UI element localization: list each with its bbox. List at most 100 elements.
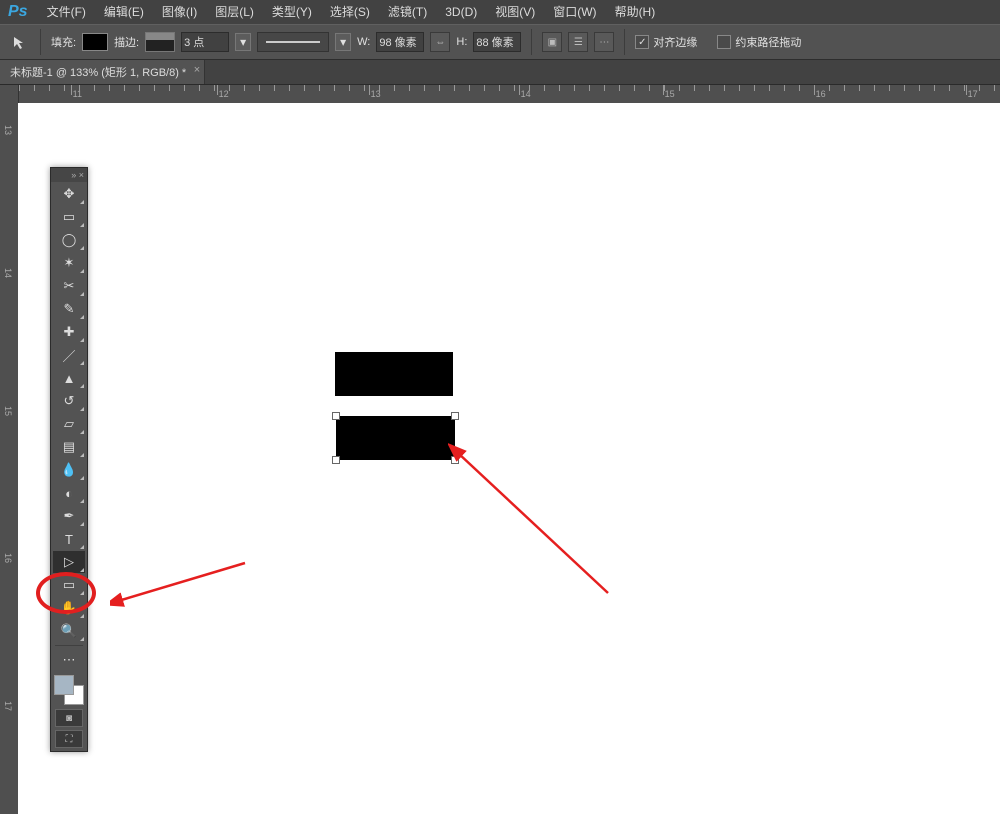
- flyout-indicator-icon: [80, 361, 84, 365]
- workspace: 11121314151617 1314151617 » × ✥▭◯✶✂✎✚／▲↺…: [0, 85, 1000, 814]
- handle-se[interactable]: [451, 456, 459, 464]
- quick-mask-icon[interactable]: ◙: [55, 709, 83, 727]
- menu-image[interactable]: 图像(I): [153, 0, 206, 24]
- menu-select[interactable]: 选择(S): [321, 0, 379, 24]
- document-tab-title: 未标题-1 @ 133% (矩形 1, RGB/8) *: [10, 64, 186, 80]
- screen-mode-icon[interactable]: ⛶: [55, 730, 83, 748]
- shape-rectangle-copy[interactable]: [335, 352, 453, 396]
- path-arrange-icon[interactable]: ☰: [568, 32, 588, 52]
- h-label: H:: [456, 36, 467, 48]
- eyedropper-tool[interactable]: ✎: [53, 298, 85, 320]
- ruler-tick-label: 17: [968, 89, 978, 99]
- menu-3d[interactable]: 3D(D): [436, 0, 486, 24]
- healing-tool[interactable]: ✚: [53, 321, 85, 343]
- ruler-tick-label: 14: [3, 268, 13, 278]
- annotation-circle: [36, 572, 96, 614]
- crop-tool[interactable]: ✂: [53, 275, 85, 297]
- align-edges-checkbox[interactable]: 对齐边缘: [635, 34, 697, 50]
- shape-rectangle-selected[interactable]: [336, 416, 455, 460]
- menu-view[interactable]: 视图(V): [486, 0, 544, 24]
- checkbox-icon: [717, 35, 731, 49]
- type-tool[interactable]: T: [53, 528, 85, 550]
- edit-toolbar-icon[interactable]: ⋯: [53, 649, 85, 671]
- flyout-indicator-icon: [80, 476, 84, 480]
- w-label: W:: [357, 36, 370, 48]
- marquee-tool[interactable]: ▭: [53, 206, 85, 228]
- pen-tool[interactable]: ✒: [53, 505, 85, 527]
- lasso-tool[interactable]: ◯: [53, 229, 85, 251]
- ruler-tick-label: 12: [219, 89, 229, 99]
- ruler-corner: [0, 85, 19, 104]
- close-icon[interactable]: ×: [194, 64, 200, 76]
- blur-tool[interactable]: 💧: [53, 459, 85, 481]
- magic-wand-tool[interactable]: ✶: [53, 252, 85, 274]
- flyout-indicator-icon: [80, 315, 84, 319]
- flyout-indicator-icon: [80, 568, 84, 572]
- menu-help[interactable]: 帮助(H): [606, 0, 665, 24]
- menu-edit[interactable]: 编辑(E): [95, 0, 153, 24]
- menu-type[interactable]: 类型(Y): [263, 0, 321, 24]
- menubar: Ps 文件(F) 编辑(E) 图像(I) 图层(L) 类型(Y) 选择(S) 滤…: [0, 0, 1000, 24]
- canvas[interactable]: [18, 103, 1000, 814]
- stroke-style-dd-icon[interactable]: ▾: [335, 33, 351, 51]
- gradient-tool[interactable]: ▤: [53, 436, 85, 458]
- tools-panel-header[interactable]: » ×: [51, 168, 87, 182]
- handle-ne[interactable]: [451, 412, 459, 420]
- stroke-swatch[interactable]: [145, 32, 175, 52]
- checkbox-icon: [635, 35, 649, 49]
- flyout-indicator-icon: [80, 384, 84, 388]
- ruler-tick-label: 15: [665, 89, 675, 99]
- align-edges-label: 对齐边缘: [653, 34, 697, 50]
- foreground-color-well[interactable]: [54, 675, 74, 695]
- dodge-tool[interactable]: ◐: [53, 482, 85, 504]
- vertical-ruler: 1314151617: [0, 103, 19, 814]
- handle-nw[interactable]: [332, 412, 340, 420]
- fill-swatch[interactable]: [82, 33, 108, 51]
- stroke-label: 描边:: [114, 34, 139, 50]
- menu-window[interactable]: 窗口(W): [544, 0, 605, 24]
- fill-label: 填充:: [51, 34, 76, 50]
- flyout-indicator-icon: [80, 499, 84, 503]
- flyout-indicator-icon: [80, 453, 84, 457]
- document-tab-bar: 未标题-1 @ 133% (矩形 1, RGB/8) * ×: [0, 60, 1000, 85]
- zoom-tool[interactable]: 🔍: [53, 620, 85, 642]
- menu-filter[interactable]: 滤镜(T): [379, 0, 436, 24]
- flyout-indicator-icon: [80, 430, 84, 434]
- eraser-tool[interactable]: ▱: [53, 413, 85, 435]
- stroke-width-dropdown[interactable]: ▾: [235, 33, 251, 51]
- constrain-path-checkbox[interactable]: 约束路径拖动: [717, 34, 801, 50]
- stamp-tool[interactable]: ▲: [53, 367, 85, 389]
- link-wh-icon[interactable]: ⇔: [430, 32, 450, 52]
- ruler-tick-label: 13: [3, 125, 13, 135]
- brush-tool[interactable]: ／: [53, 344, 85, 366]
- path-options-icon[interactable]: ⋯: [594, 32, 614, 52]
- constrain-label: 约束路径拖动: [735, 34, 801, 50]
- options-bar: 填充: 描边: 3 点 ▾ ▾ W: 98 像素 ⇔ H: 88 像素 ▣ ☰ …: [0, 24, 1000, 60]
- path-align-icon[interactable]: ▣: [542, 32, 562, 52]
- ruler-tick-label: 16: [816, 89, 826, 99]
- active-tool-icon[interactable]: [8, 31, 30, 53]
- annotation-arrow-left: [110, 553, 250, 613]
- flyout-indicator-icon: [80, 200, 84, 204]
- path-select-tool[interactable]: ▷: [53, 551, 85, 573]
- height-field[interactable]: 88 像素: [473, 32, 521, 52]
- separator: [40, 29, 41, 55]
- flyout-indicator-icon: [80, 223, 84, 227]
- flyout-indicator-icon: [80, 269, 84, 273]
- separator: [531, 29, 532, 55]
- flyout-indicator-icon: [80, 545, 84, 549]
- menu-layer[interactable]: 图层(L): [206, 0, 263, 24]
- ruler-tick-label: 17: [3, 701, 13, 711]
- document-tab[interactable]: 未标题-1 @ 133% (矩形 1, RGB/8) * ×: [0, 60, 205, 84]
- history-brush-tool[interactable]: ↺: [53, 390, 85, 412]
- stroke-width-field[interactable]: 3 点: [181, 32, 229, 52]
- menu-file[interactable]: 文件(F): [38, 0, 95, 24]
- tools-panel[interactable]: » × ✥▭◯✶✂✎✚／▲↺▱▤💧◐✒T▷▭✋🔍 ⋯ ◙ ⛶: [50, 167, 88, 752]
- annotation-arrow-right: [448, 443, 618, 603]
- width-field[interactable]: 98 像素: [376, 32, 424, 52]
- color-wells[interactable]: [54, 675, 84, 705]
- ps-logo: Ps: [8, 3, 28, 21]
- handle-sw[interactable]: [332, 456, 340, 464]
- move-tool[interactable]: ✥: [53, 183, 85, 205]
- stroke-style-dropdown[interactable]: [257, 32, 329, 52]
